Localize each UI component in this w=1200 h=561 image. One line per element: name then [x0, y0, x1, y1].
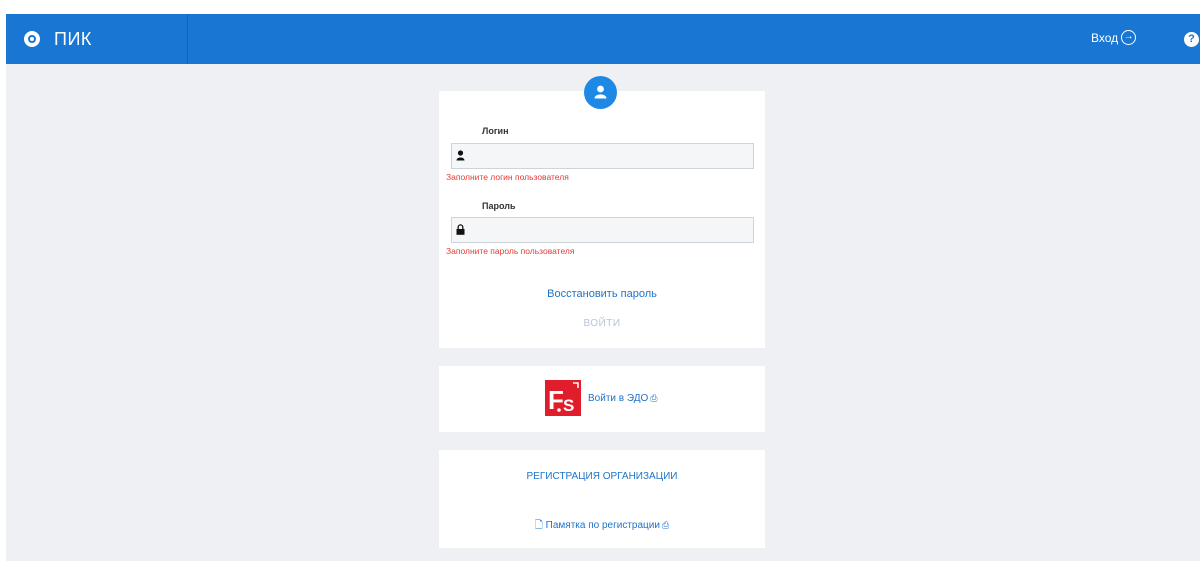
edo-login-link[interactable]: Войти в ЭДО ⎙ [588, 393, 657, 404]
password-field[interactable] [451, 217, 754, 243]
password-input[interactable] [470, 218, 750, 242]
login-label: Логин [482, 126, 509, 136]
svg-text:F: F [548, 385, 564, 415]
login-link[interactable]: Вход → [1091, 30, 1137, 45]
external-link-icon: ⎙ [661, 520, 670, 530]
register-organization-link[interactable]: РЕГИСТРАЦИЯ ОРГАНИЗАЦИИ [439, 471, 765, 482]
logo-ring-icon [24, 31, 40, 47]
lock-icon [456, 224, 465, 235]
login-error: Заполните логин пользователя [446, 172, 569, 182]
edo-card: F S Войти в ЭДО ⎙ [439, 366, 765, 432]
edo-login-label: Войти в ЭДО [588, 393, 649, 404]
restore-password-link[interactable]: Восстановить пароль [439, 288, 765, 300]
user-avatar-icon [584, 76, 617, 109]
registration-memo-label: Памятка по регистрации [545, 520, 660, 531]
login-submit-button[interactable]: ВОЙТИ [439, 318, 765, 329]
registration-card: РЕГИСТРАЦИЯ ОРГАНИЗАЦИИ 🗋 Памятка по рег… [439, 450, 765, 548]
login-input[interactable] [470, 144, 750, 168]
login-card: Логин Заполните логин пользователя Парол… [439, 91, 765, 348]
password-label: Пароль [482, 201, 516, 211]
sign-in-arrow-icon: → [1121, 30, 1137, 45]
registration-memo-link[interactable]: 🗋 Памятка по регистрации ⎙ [439, 518, 765, 535]
brand-title: ПИК [54, 28, 92, 49]
login-label: Вход [1091, 30, 1119, 45]
app-header: ПИК Вход → ? [6, 14, 1200, 64]
user-icon [456, 150, 465, 161]
edo-logo[interactable]: F S [545, 380, 581, 416]
main-content: Логин Заполните логин пользователя Парол… [6, 64, 1200, 561]
external-link-icon: ⎙ [650, 393, 658, 403]
password-error: Заполните пароль пользователя [446, 246, 575, 256]
brand[interactable]: ПИК [6, 14, 188, 64]
login-field[interactable] [451, 143, 754, 169]
document-icon: 🗋 [534, 520, 543, 531]
svg-text:S: S [563, 396, 574, 415]
question-circle-icon[interactable]: ? [1184, 32, 1199, 47]
